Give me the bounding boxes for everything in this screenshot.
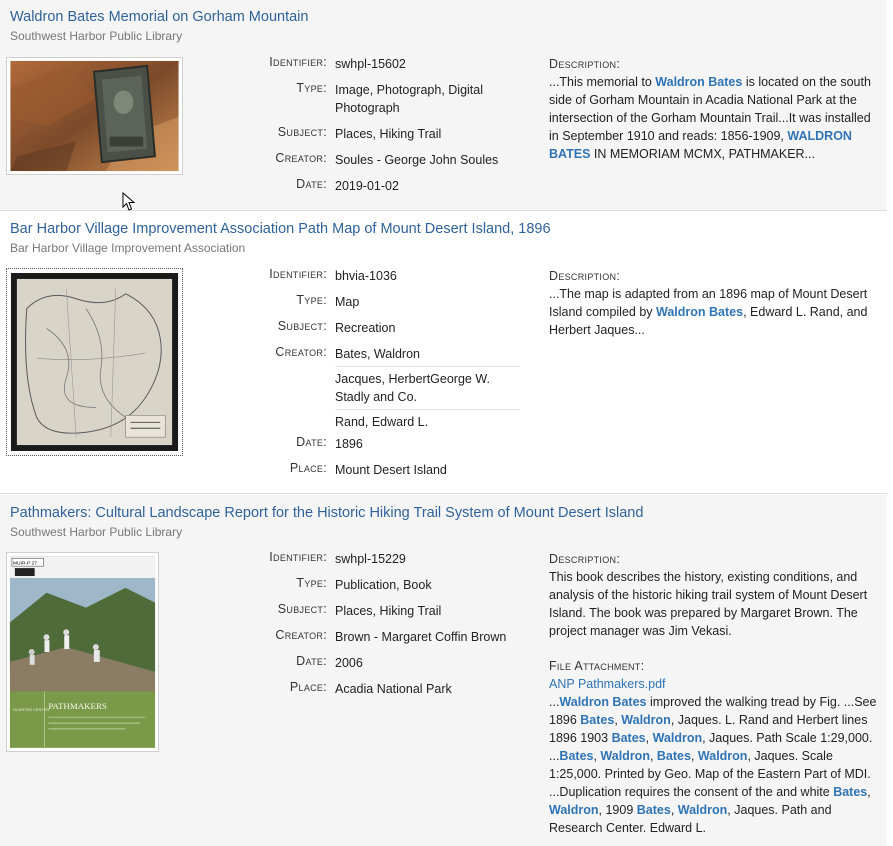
result-metadata: Identifier: bhvia-1036 Type: Map Subject… [190, 267, 520, 487]
field-date: Date: 2019-01-02 [190, 177, 520, 203]
subject-label: Subject: [277, 319, 327, 333]
cover-label-text: MUIR-P 27 [13, 561, 38, 567]
memorial-plaque-photo [10, 60, 179, 172]
description-text: ...This memorial to Waldron Bates is loc… [549, 75, 871, 161]
book-cover-image: MUIR-P 27 OLMSTED CENTER PATHMAKERS [9, 556, 156, 748]
field-identifier: Identifier: swhpl-15229 [190, 550, 520, 576]
place-label: Place: [289, 680, 327, 694]
creator-label: Creator: [275, 151, 327, 165]
subject-label: Subject: [277, 602, 327, 616]
field-type: Type: Map [190, 293, 520, 319]
type-label: Type: [296, 293, 327, 307]
date-value: 2006 [335, 656, 363, 670]
creator-value: Jacques, HerbertGeorge W. Stadly and Co. [335, 366, 520, 409]
description-label: Description: [549, 57, 621, 71]
description-label: Description: [549, 269, 621, 283]
result-title-link[interactable]: Bar Harbor Village Improvement Associati… [10, 221, 551, 237]
cover-center-text: OLMSTED CENTER [13, 707, 49, 712]
result-thumbnail[interactable]: MUIR-P 27 OLMSTED CENTER PATHMAKERS [6, 552, 159, 752]
type-value: Map [335, 295, 360, 309]
creator-label: Creator: [275, 345, 327, 359]
subject-value: Places, Hiking Trail [335, 127, 442, 141]
result-thumbnail[interactable] [6, 268, 183, 456]
subject-value: Recreation [335, 321, 396, 335]
path-map-image [10, 273, 179, 451]
field-type: Type: Image, Photograph, Digital Photogr… [190, 81, 520, 125]
field-subject: Subject: Places, Hiking Trail [190, 125, 520, 151]
highlight-term: Waldron Bates [656, 305, 744, 319]
search-result-1: Waldron Bates Memorial on Gorham Mountai… [0, 0, 887, 211]
place-value: Mount Desert Island [335, 463, 447, 477]
creator-value: Bates, Waldron [335, 347, 420, 361]
creator-value: Brown - Margaret Coffin Brown [335, 630, 507, 644]
description-text: ...The map is adapted from an 1896 map o… [549, 287, 868, 337]
field-creator: Creator: Bates, Waldron Jacques, Herbert… [190, 345, 520, 435]
result-source: Bar Harbor Village Improvement Associati… [10, 241, 246, 255]
date-label: Date: [296, 654, 327, 668]
creator-value: Soules - George John Soules [335, 153, 499, 167]
result-title-link[interactable]: Waldron Bates Memorial on Gorham Mountai… [10, 9, 308, 25]
subject-value: Places, Hiking Trail [335, 604, 442, 618]
search-result-2: Bar Harbor Village Improvement Associati… [0, 212, 887, 494]
result-description: Description: This book describes the his… [549, 550, 881, 837]
field-place: Place: Acadia National Park [190, 680, 520, 706]
result-thumbnail[interactable] [6, 57, 183, 175]
result-source: Southwest Harbor Public Library [10, 525, 183, 539]
type-label: Type: [296, 576, 327, 590]
place-label: Place: [289, 461, 327, 475]
attachment-link[interactable]: ANP Pathmakers.pdf [549, 677, 666, 691]
result-title-link[interactable]: Pathmakers: Cultural Landscape Report fo… [10, 505, 643, 521]
field-subject: Subject: Recreation [190, 319, 520, 345]
field-type: Type: Publication, Book [190, 576, 520, 602]
highlight-term: Waldron Bates [655, 75, 743, 89]
identifier-label: Identifier: [269, 55, 327, 69]
result-source: Southwest Harbor Public Library [10, 29, 183, 43]
type-label: Type: [296, 81, 327, 95]
identifier-label: Identifier: [269, 550, 327, 564]
identifier-value: swhpl-15602 [335, 57, 406, 71]
field-date: Date: 2006 [190, 654, 520, 680]
date-value: 2019-01-02 [335, 179, 399, 193]
type-value: Publication, Book [335, 578, 432, 592]
creator-label: Creator: [275, 628, 327, 642]
identifier-value: swhpl-15229 [335, 552, 406, 566]
cover-title-text: PATHMAKERS [48, 701, 106, 711]
field-identifier: Identifier: bhvia-1036 [190, 267, 520, 293]
attachment-label: File Attachment: [549, 659, 645, 673]
date-value: 1896 [335, 437, 363, 451]
identifier-value: bhvia-1036 [335, 269, 397, 283]
result-metadata: Identifier: swhpl-15602 Type: Image, Pho… [190, 55, 520, 203]
mouse-cursor-icon [122, 192, 136, 211]
date-label: Date: [296, 177, 327, 191]
attachment-snippet: ...Waldron Bates improved the walking tr… [549, 695, 877, 835]
field-creator: Creator: Soules - George John Soules [190, 151, 520, 177]
result-metadata: Identifier: swhpl-15229 Type: Publicatio… [190, 550, 520, 706]
type-value: Image, Photograph, Digital Photograph [335, 83, 484, 115]
result-description: Description: ...The map is adapted from … [549, 267, 881, 339]
description-label: Description: [549, 552, 621, 566]
identifier-label: Identifier: [269, 267, 327, 281]
date-label: Date: [296, 435, 327, 449]
field-subject: Subject: Places, Hiking Trail [190, 602, 520, 628]
field-place: Place: Mount Desert Island [190, 461, 520, 487]
result-description: Description: ...This memorial to Waldron… [549, 55, 881, 163]
creator-value: Rand, Edward L. [335, 409, 520, 431]
field-date: Date: 1896 [190, 435, 520, 461]
field-identifier: Identifier: swhpl-15602 [190, 55, 520, 81]
description-text: This book describes the history, existin… [549, 570, 868, 638]
search-result-3: Pathmakers: Cultural Landscape Report fo… [0, 495, 887, 846]
field-creator: Creator: Brown - Margaret Coffin Brown [190, 628, 520, 654]
place-value: Acadia National Park [335, 682, 452, 696]
subject-label: Subject: [277, 125, 327, 139]
